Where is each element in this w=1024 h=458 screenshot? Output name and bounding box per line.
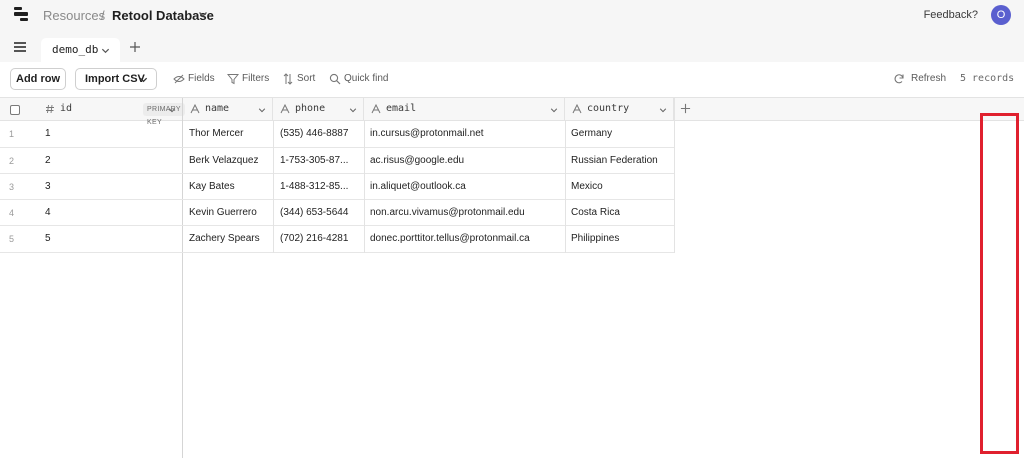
text-type-icon bbox=[190, 104, 200, 114]
row-number: 3 bbox=[9, 182, 15, 192]
table-row[interactable]: 3 3 Kay Bates 1-488-312-85... in.aliquet… bbox=[0, 174, 674, 200]
fields-label: Fields bbox=[188, 73, 215, 84]
column-header-name[interactable]: name bbox=[183, 98, 273, 121]
search-icon bbox=[329, 73, 341, 85]
cell-country[interactable]: Mexico bbox=[571, 174, 671, 200]
cell-id[interactable]: 1 bbox=[45, 121, 51, 147]
column-name-country: country bbox=[587, 103, 630, 114]
chevron-down-icon[interactable] bbox=[168, 106, 176, 114]
cell-name[interactable]: Kay Bates bbox=[189, 174, 269, 200]
cell-email[interactable]: donec.porttitor.tellus@protonmail.ca bbox=[370, 226, 562, 252]
add-tab-icon[interactable] bbox=[129, 41, 141, 53]
row-number: 1 bbox=[9, 129, 15, 139]
cell-phone[interactable]: (535) 446-8887 bbox=[280, 121, 360, 147]
tabs-bar: demo_db bbox=[0, 30, 1024, 62]
chevron-down-icon[interactable] bbox=[349, 106, 357, 114]
cell-name[interactable]: Berk Velazquez bbox=[189, 148, 269, 174]
cell-name[interactable]: Zachery Spears bbox=[189, 226, 269, 252]
row-divider bbox=[0, 252, 674, 253]
import-csv-button[interactable]: Import CSV bbox=[75, 68, 157, 90]
column-divider bbox=[674, 98, 675, 253]
cell-country[interactable]: Germany bbox=[571, 121, 671, 147]
column-header-id[interactable]: id PRIMARY KEY bbox=[38, 98, 185, 126]
table-row[interactable]: 5 5 Zachery Spears (702) 216-4281 donec.… bbox=[0, 226, 674, 252]
row-number: 5 bbox=[9, 234, 15, 244]
refresh-icon bbox=[894, 74, 904, 84]
cell-email[interactable]: in.cursus@protonmail.net bbox=[370, 121, 562, 147]
retool-logo-icon[interactable] bbox=[14, 7, 28, 21]
cell-id[interactable]: 3 bbox=[45, 174, 51, 200]
cell-email[interactable]: ac.risus@google.edu bbox=[370, 148, 562, 174]
add-row-button[interactable]: Add row bbox=[10, 68, 66, 90]
filters-label: Filters bbox=[242, 73, 270, 84]
hash-icon bbox=[46, 104, 54, 114]
tab-label: demo_db bbox=[52, 43, 99, 56]
table-row[interactable]: 4 4 Kevin Guerrero (344) 653-5644 non.ar… bbox=[0, 200, 674, 226]
chevron-down-icon bbox=[139, 77, 148, 83]
toolbar: Add row Import CSV Fields Filters Sort Q… bbox=[0, 62, 1024, 98]
row-divider bbox=[0, 199, 674, 200]
column-header-phone[interactable]: phone bbox=[273, 98, 364, 121]
column-header-email[interactable]: email bbox=[364, 98, 565, 121]
cell-email[interactable]: in.aliquet@outlook.ca bbox=[370, 174, 562, 200]
row-divider bbox=[0, 147, 674, 148]
table-row[interactable]: 1 1 Thor Mercer (535) 446-8887 in.cursus… bbox=[0, 121, 674, 147]
text-type-icon bbox=[280, 104, 290, 114]
chevron-down-icon[interactable] bbox=[659, 106, 667, 114]
breadcrumb-separator: / bbox=[101, 8, 105, 23]
text-type-icon bbox=[371, 104, 381, 114]
cell-id[interactable]: 2 bbox=[45, 148, 51, 174]
data-table: id PRIMARY KEY name phone email country … bbox=[0, 98, 1024, 458]
filter-icon bbox=[227, 74, 239, 85]
primary-key-badge: PRIMARY KEY bbox=[143, 103, 185, 126]
cell-name[interactable]: Kevin Guerrero bbox=[189, 200, 269, 226]
cell-phone[interactable]: 1-753-305-87... bbox=[280, 148, 360, 174]
sort-icon bbox=[283, 73, 293, 85]
cell-id[interactable]: 4 bbox=[45, 200, 51, 226]
cell-email[interactable]: non.arcu.vivamus@protonmail.edu bbox=[370, 200, 562, 226]
row-number: 4 bbox=[9, 208, 15, 218]
chevron-down-icon[interactable] bbox=[198, 9, 208, 19]
chevron-down-icon[interactable] bbox=[101, 46, 110, 55]
tab-demo-db[interactable]: demo_db bbox=[41, 38, 120, 62]
refresh-label: Refresh bbox=[911, 73, 947, 84]
cell-phone[interactable]: (702) 216-4281 bbox=[280, 226, 360, 252]
column-name-phone: phone bbox=[295, 103, 326, 114]
column-name-id: id bbox=[60, 103, 73, 114]
row-divider bbox=[0, 225, 674, 226]
eye-off-icon bbox=[173, 74, 185, 84]
column-divider bbox=[565, 121, 566, 253]
table-row[interactable]: 2 2 Berk Velazquez 1-753-305-87... ac.ri… bbox=[0, 148, 674, 174]
cell-id[interactable]: 5 bbox=[45, 226, 51, 252]
records-count: 5 records bbox=[960, 73, 1015, 84]
cell-country[interactable]: Russian Federation bbox=[571, 148, 671, 174]
column-divider bbox=[273, 121, 274, 253]
chevron-down-icon[interactable] bbox=[258, 106, 266, 114]
sort-label: Sort bbox=[297, 73, 316, 84]
column-name-email: email bbox=[386, 103, 417, 114]
cell-country[interactable]: Costa Rica bbox=[571, 200, 671, 226]
add-column-icon[interactable] bbox=[680, 103, 691, 114]
cell-country[interactable]: Philippines bbox=[571, 226, 671, 252]
row-number: 2 bbox=[9, 156, 15, 166]
import-csv-label: Import CSV bbox=[85, 73, 145, 85]
column-header-country[interactable]: country bbox=[565, 98, 674, 121]
cell-phone[interactable]: (344) 653-5644 bbox=[280, 200, 360, 226]
text-type-icon bbox=[572, 104, 582, 114]
chevron-down-icon[interactable] bbox=[550, 106, 558, 114]
feedback-link[interactable]: Feedback? bbox=[924, 9, 978, 21]
breadcrumb-resources[interactable]: Resources bbox=[43, 8, 105, 23]
column-name-name: name bbox=[205, 103, 230, 114]
select-all-checkbox[interactable] bbox=[10, 105, 20, 115]
cell-phone[interactable]: 1-488-312-85... bbox=[280, 174, 360, 200]
row-divider bbox=[0, 173, 674, 174]
menu-icon[interactable] bbox=[14, 42, 26, 52]
avatar[interactable]: O bbox=[991, 5, 1011, 25]
cell-name[interactable]: Thor Mercer bbox=[189, 121, 269, 147]
top-bar: Resources / Retool Database Feedback? O bbox=[0, 0, 1024, 30]
highlight-box bbox=[980, 113, 1019, 454]
column-divider bbox=[364, 121, 365, 253]
quick-find-label: Quick find bbox=[344, 73, 389, 84]
table-header-row: id PRIMARY KEY name phone email country bbox=[0, 98, 1024, 126]
